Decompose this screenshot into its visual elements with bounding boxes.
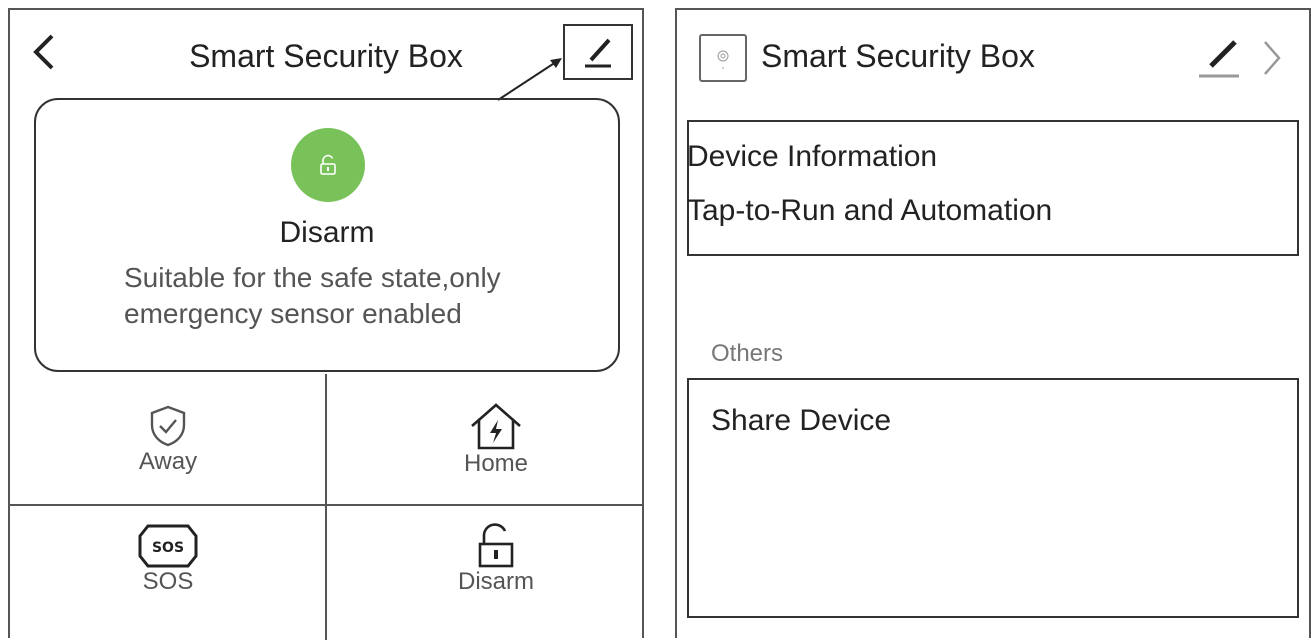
mode-sos-label: SOS [142, 568, 194, 595]
edit-button[interactable] [563, 24, 633, 80]
share-device-item[interactable]: Share Device [711, 404, 891, 438]
mode-disarm-label: Disarm [458, 568, 534, 595]
shield-check-icon [150, 405, 186, 447]
mode-home-button[interactable]: Home [346, 402, 646, 478]
tap-to-run-item[interactable]: Tap-to-Run and Automation [687, 194, 1052, 228]
mode-sos-button[interactable]: SOS SOS [18, 524, 318, 596]
mode-away-button[interactable]: Away [18, 404, 318, 476]
sos-icon: SOS [138, 524, 198, 568]
mode-home-label: Home [463, 450, 529, 477]
chevron-right-icon[interactable] [1259, 36, 1283, 80]
device-information-item[interactable]: Device Information [687, 140, 937, 174]
right-panel: Smart Security Box Device Information Ta… [675, 8, 1311, 638]
grid-divider [10, 504, 642, 506]
mode-disarm-button[interactable]: Disarm [346, 522, 646, 596]
unlock-icon [478, 523, 514, 568]
device-title: Smart Security Box [761, 38, 1035, 74]
others-section-label: Others [711, 340, 784, 367]
mode-card: Disarm Suitable for the safe state,only … [34, 98, 620, 372]
grid-divider [325, 374, 327, 640]
house-bolt-icon [471, 403, 521, 450]
pencil-icon [585, 38, 611, 68]
device-thumbnail-icon [699, 34, 747, 82]
pencil-icon[interactable] [1197, 34, 1243, 80]
mode-description: Suitable for the safe state,only emergen… [124, 262, 501, 329]
mode-status-circle[interactable] [291, 128, 365, 202]
annotation-arrow-icon [497, 58, 562, 101]
left-panel: Smart Security Box Disarm Suitable for t… [8, 8, 646, 640]
mode-away-label: Away [138, 448, 198, 475]
current-mode-label: Disarm [279, 216, 375, 249]
unlock-icon [320, 154, 336, 175]
svg-text:SOS: SOS [152, 540, 184, 556]
